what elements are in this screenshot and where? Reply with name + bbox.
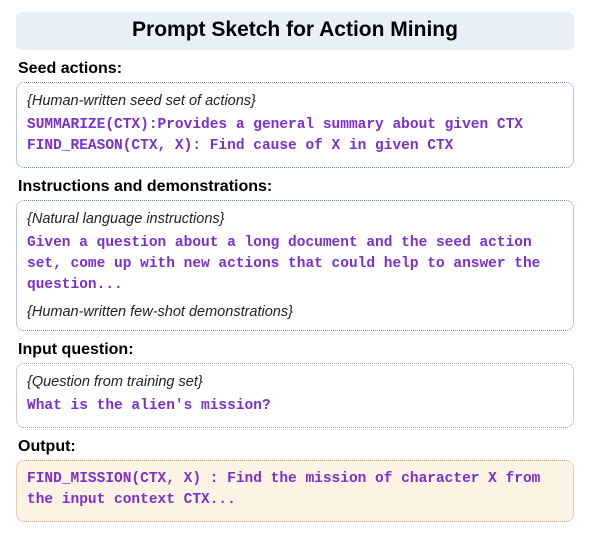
- input-question-code: What is the alien's mission?: [27, 396, 563, 417]
- instructions-code: Given a question about a long document a…: [27, 233, 563, 296]
- instructions-heading: Instructions and demonstrations:: [18, 178, 574, 196]
- page-title: Prompt Sketch for Action Mining: [16, 18, 574, 42]
- instructions-box: {Natural language instructions} Given a …: [16, 200, 574, 331]
- input-question-heading: Input question:: [18, 341, 574, 359]
- instructions-placeholder-1: {Natural language instructions}: [27, 211, 563, 227]
- input-question-box: {Question from training set} What is the…: [16, 363, 574, 428]
- output-box: FIND_MISSION(CTX, X) : Find the mission …: [16, 460, 574, 522]
- seed-actions-code: SUMMARIZE(CTX):Provides a general summar…: [27, 115, 563, 157]
- instructions-placeholder-2: {Human-written few-shot demonstrations}: [27, 304, 563, 320]
- output-code: FIND_MISSION(CTX, X) : Find the mission …: [27, 469, 563, 511]
- title-bar: Prompt Sketch for Action Mining: [16, 12, 574, 50]
- seed-actions-heading: Seed actions:: [18, 60, 574, 78]
- input-question-placeholder: {Question from training set}: [27, 374, 563, 390]
- seed-actions-box: {Human-written seed set of actions} SUMM…: [16, 82, 574, 168]
- seed-actions-placeholder: {Human-written seed set of actions}: [27, 93, 563, 109]
- output-heading: Output:: [18, 438, 574, 456]
